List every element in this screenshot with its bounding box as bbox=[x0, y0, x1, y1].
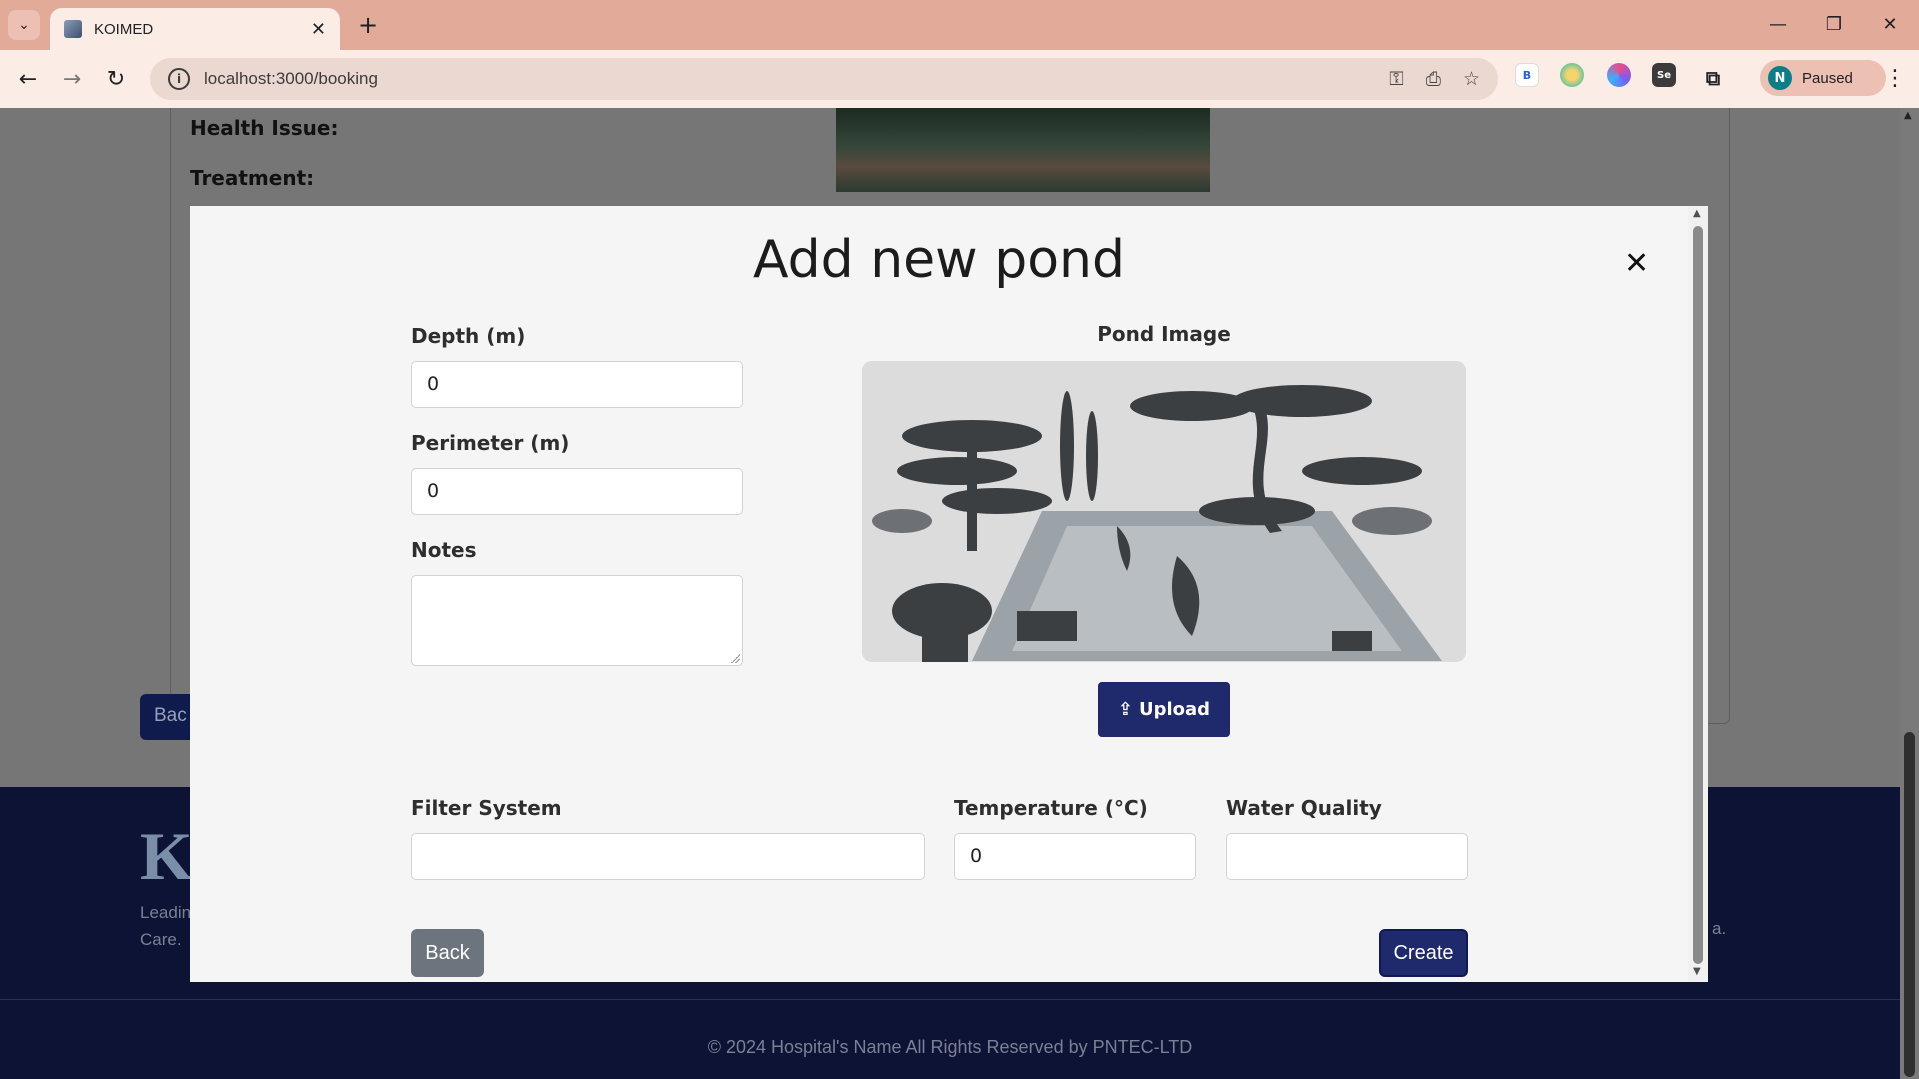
temperature-label: Temperature (°C) bbox=[954, 796, 1148, 820]
modal-title: Add new pond bbox=[753, 230, 1125, 290]
depth-input[interactable]: 0 bbox=[411, 361, 743, 408]
modal-scroll-up-icon[interactable]: ▲ bbox=[1693, 208, 1701, 219]
url-text[interactable]: localhost:3000/booking bbox=[204, 69, 1367, 89]
footer-tagline: Leadin Care. bbox=[140, 899, 191, 953]
footer-text-end: a. bbox=[1712, 919, 1727, 938]
footer-tagline-line-2: Care. bbox=[140, 930, 182, 949]
forward-arrow-icon[interactable]: → bbox=[56, 63, 88, 95]
treatment-label: Treatment: bbox=[190, 166, 315, 190]
filter-system-input[interactable] bbox=[411, 833, 925, 880]
tab-title: KOIMED bbox=[94, 20, 154, 38]
resize-handle-icon[interactable] bbox=[730, 653, 740, 663]
page-scrollbar[interactable]: ▲ bbox=[1900, 108, 1919, 1079]
avatar: N bbox=[1768, 66, 1792, 90]
footer-logo: K bbox=[140, 818, 193, 894]
footer-divider bbox=[0, 999, 1900, 1000]
chevron-down-icon: ⌄ bbox=[18, 17, 30, 33]
new-tab-button[interactable]: + bbox=[352, 10, 384, 40]
perimeter-input[interactable]: 0 bbox=[411, 468, 743, 515]
extension-b-icon[interactable]: B bbox=[1515, 63, 1539, 87]
modal-scrollbar[interactable]: ▲ ▼ bbox=[1688, 206, 1708, 982]
browser-tab[interactable]: KOIMED ✕ bbox=[50, 8, 340, 50]
copyright-text: © 2024 Hospital's Name All Rights Reserv… bbox=[707, 1037, 1193, 1057]
profile-button[interactable]: N Paused bbox=[1760, 60, 1886, 96]
minimize-icon[interactable]: — bbox=[1758, 8, 1798, 40]
extension-brain-icon[interactable] bbox=[1607, 63, 1631, 87]
more-menu-icon[interactable]: ⋮ bbox=[1880, 60, 1910, 96]
upload-label: Upload bbox=[1139, 699, 1211, 720]
health-issue-label: Health Issue: bbox=[190, 116, 339, 140]
upload-icon: ⇪ bbox=[1117, 699, 1133, 720]
site-info-icon[interactable]: i bbox=[168, 68, 190, 90]
page-scrollbar-thumb[interactable] bbox=[1904, 732, 1915, 1077]
modal-scroll-down-icon[interactable]: ▼ bbox=[1693, 966, 1701, 977]
extension-colorful-icon[interactable] bbox=[1560, 63, 1584, 87]
password-key-icon[interactable]: ⚿ bbox=[1389, 68, 1403, 90]
install-app-icon[interactable]: ⎙ bbox=[1426, 68, 1441, 90]
close-icon[interactable]: ✕ bbox=[1624, 246, 1649, 281]
filter-system-label: Filter System bbox=[411, 796, 562, 820]
bookmark-star-icon[interactable]: ☆ bbox=[1463, 68, 1480, 90]
back-button[interactable]: Back bbox=[411, 929, 484, 977]
create-button[interactable]: Create bbox=[1379, 929, 1468, 977]
restore-icon[interactable]: ❐ bbox=[1814, 8, 1854, 40]
browser-toolbar: ← → ↻ i localhost:3000/booking ⚿ ⎙ ☆ B S… bbox=[0, 50, 1919, 108]
extensions-puzzle-icon[interactable]: ⧉ bbox=[1698, 63, 1728, 93]
temperature-input[interactable]: 0 bbox=[954, 833, 1196, 880]
browser-tab-strip: ⌄ KOIMED ✕ + — ❐ ✕ bbox=[0, 0, 1919, 50]
pond-image-preview bbox=[862, 361, 1466, 662]
favicon-icon bbox=[64, 20, 82, 38]
reload-icon[interactable]: ↻ bbox=[100, 63, 132, 95]
water-quality-label: Water Quality bbox=[1226, 796, 1382, 820]
pond-photo bbox=[836, 108, 1210, 192]
notes-textarea[interactable] bbox=[411, 575, 743, 666]
back-arrow-icon[interactable]: ← bbox=[12, 63, 44, 95]
profile-status: Paused bbox=[1802, 69, 1853, 87]
scroll-up-arrow-icon[interactable]: ▲ bbox=[1904, 110, 1912, 121]
koi-pond-illustration bbox=[862, 361, 1466, 662]
tab-search-button[interactable]: ⌄ bbox=[8, 10, 40, 40]
modal-scrollbar-thumb[interactable] bbox=[1693, 226, 1703, 964]
perimeter-label: Perimeter (m) bbox=[411, 431, 570, 455]
pond-image-label: Pond Image bbox=[1097, 322, 1231, 346]
close-tab-icon[interactable]: ✕ bbox=[311, 19, 326, 40]
address-bar[interactable]: i localhost:3000/booking ⚿ ⎙ ☆ bbox=[150, 58, 1498, 100]
extension-selenium-icon[interactable]: Se bbox=[1652, 63, 1676, 87]
close-window-icon[interactable]: ✕ bbox=[1870, 8, 1910, 40]
notes-label: Notes bbox=[411, 538, 477, 562]
depth-label: Depth (m) bbox=[411, 324, 526, 348]
water-quality-input[interactable] bbox=[1226, 833, 1468, 880]
footer-tagline-line-1: Leadin bbox=[140, 903, 192, 922]
add-pond-modal: Add new pond ✕ Depth (m) 0 Perimeter (m)… bbox=[190, 206, 1708, 982]
upload-button[interactable]: ⇪ Upload bbox=[1098, 682, 1230, 737]
